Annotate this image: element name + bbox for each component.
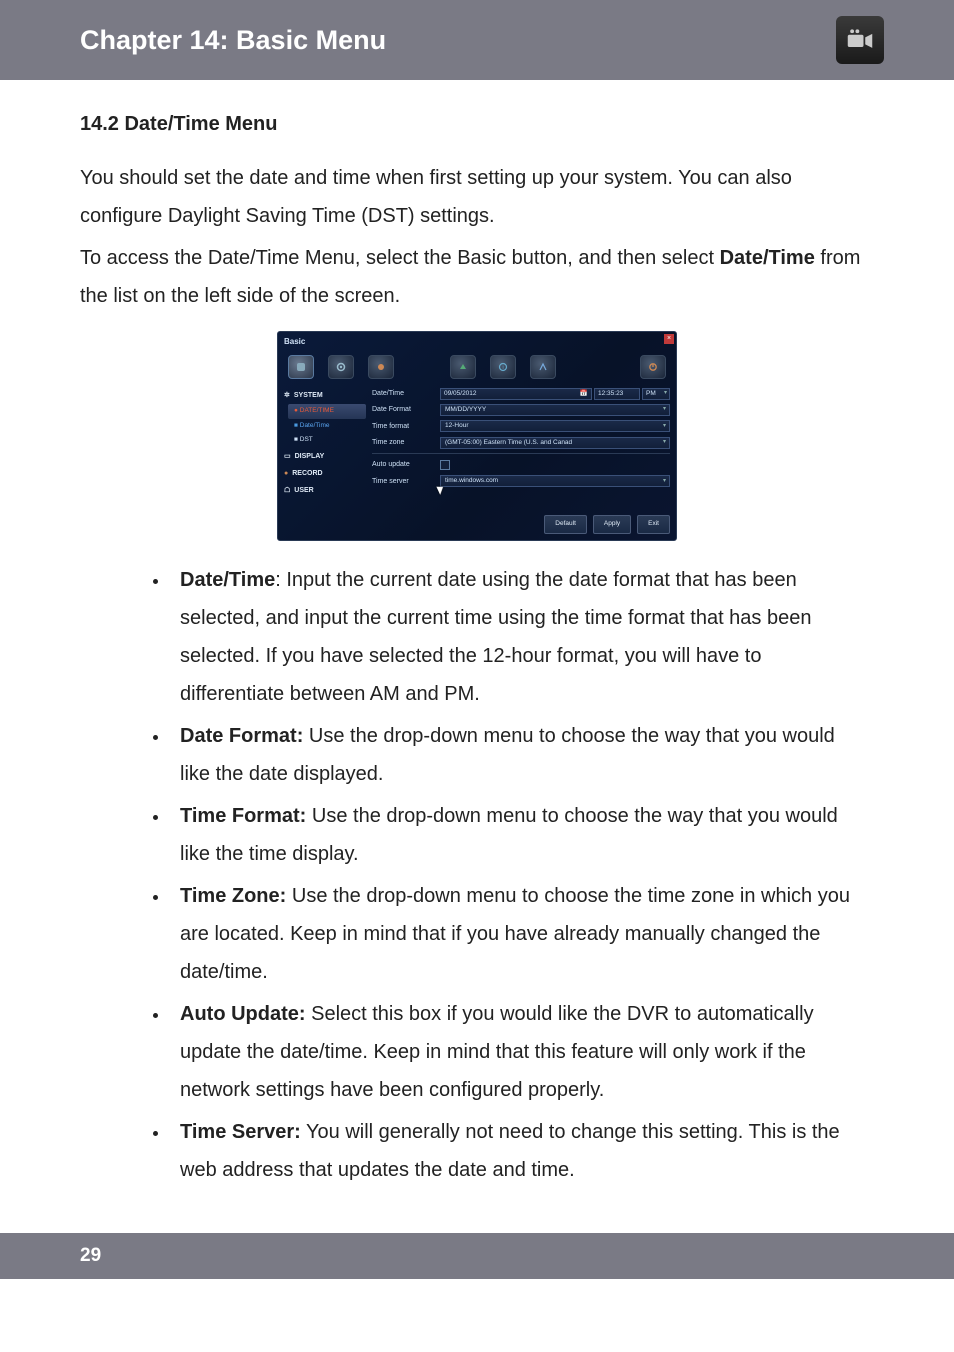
record-icon: ● bbox=[284, 467, 288, 480]
toolbar-alarm-icon[interactable] bbox=[450, 355, 476, 379]
timeserver-label: Time server bbox=[372, 475, 440, 488]
bullet-dateformat: Date Format: Use the drop-down menu to c… bbox=[170, 717, 874, 793]
sidebar-system-label: SYSTEM bbox=[294, 389, 323, 402]
datetime-label: Date/Time bbox=[372, 387, 440, 400]
autoupdate-label: Auto update bbox=[372, 458, 440, 471]
bullet-timeformat: Time Format: Use the drop-down menu to c… bbox=[170, 797, 874, 873]
intro2-a: To access the Date/Time Menu, select the… bbox=[80, 247, 720, 269]
sidebar-display-label: DISPLAY bbox=[295, 450, 325, 463]
camera-icon bbox=[836, 16, 884, 64]
dvr-toolbar: i bbox=[278, 351, 676, 385]
page-content: 14.2 Date/Time Menu You should set the d… bbox=[0, 80, 954, 1233]
dvr-button-row: Default Apply Exit bbox=[278, 503, 676, 539]
toolbar-info-icon[interactable]: i bbox=[490, 355, 516, 379]
bullet-autoupdate: Auto Update: Select this box if you woul… bbox=[170, 995, 874, 1109]
bullet-datetime: Date/Time: Input the current date using … bbox=[170, 561, 874, 713]
dateformat-label: Date Format bbox=[372, 403, 440, 416]
calendar-icon[interactable]: 📅 bbox=[580, 388, 588, 400]
sidebar-item-display[interactable]: ▭ DISPLAY bbox=[284, 448, 366, 465]
toolbar-live-icon[interactable] bbox=[328, 355, 354, 379]
sidebar-record-label: RECORD bbox=[292, 467, 322, 480]
sidebar-datetime-label: DATE/TIME bbox=[300, 407, 334, 414]
sidebar-item-user[interactable]: ☖ USER bbox=[284, 482, 366, 499]
page-header: Chapter 14: Basic Menu bbox=[0, 0, 954, 80]
page-number: 29 bbox=[80, 1245, 101, 1267]
ampm-select[interactable]: PM bbox=[642, 388, 670, 400]
timezone-label: Time zone bbox=[372, 436, 440, 449]
sidebar-datetime-sub-label: Date/Time bbox=[300, 422, 330, 429]
sidebar-item-system[interactable]: ✲ SYSTEM bbox=[284, 387, 366, 404]
datetime-field[interactable]: 09/05/2012 📅 12:35:23 PM bbox=[440, 388, 670, 400]
close-icon[interactable]: × bbox=[664, 334, 674, 344]
page-footer: 29 bbox=[0, 1233, 954, 1279]
sidebar-item-datetime[interactable]: ● DATE/TIME bbox=[288, 404, 366, 418]
section-title: 14.2 Date/Time Menu bbox=[80, 105, 874, 143]
gear-icon: ✲ bbox=[284, 389, 290, 402]
toolbar-power-icon[interactable] bbox=[640, 355, 666, 379]
dvr-window: × Basic i ✲ SYSTEM bbox=[277, 331, 677, 541]
dvr-main-panel: Date/Time 09/05/2012 📅 12:35:23 PM Date … bbox=[370, 385, 676, 503]
timezone-select[interactable]: (GMT-05:00) Eastern Time (U.S. and Canad bbox=[440, 437, 670, 449]
intro-paragraph-2: To access the Date/Time Menu, select the… bbox=[80, 239, 874, 315]
toolbar-basic-icon[interactable] bbox=[288, 355, 314, 379]
intro2-bold: Date/Time bbox=[720, 247, 815, 269]
user-icon: ☖ bbox=[284, 484, 290, 497]
bullet-timezone: Time Zone: Use the drop-down menu to cho… bbox=[170, 877, 874, 991]
dvr-titlebar: Basic bbox=[278, 332, 676, 351]
sidebar-sub-dst[interactable]: ■ DST bbox=[284, 433, 366, 447]
default-button[interactable]: Default bbox=[544, 515, 587, 533]
toolbar-network-icon[interactable] bbox=[530, 355, 556, 379]
bullet-timeserver: Time Server: You will generally not need… bbox=[170, 1113, 874, 1189]
sidebar-sub-datetime[interactable]: ■ Date/Time bbox=[284, 419, 366, 433]
bullet-list: Date/Time: Input the current date using … bbox=[80, 561, 874, 1189]
dateformat-select[interactable]: MM/DD/YYYY bbox=[440, 404, 670, 416]
timeformat-label: Time format bbox=[372, 420, 440, 433]
apply-button[interactable]: Apply bbox=[593, 515, 631, 533]
dvr-sidebar: ✲ SYSTEM ● DATE/TIME ■ Date/Time ■ DST ▭ bbox=[278, 385, 370, 503]
date-input[interactable]: 09/05/2012 📅 bbox=[440, 388, 592, 400]
dvr-screenshot: × Basic i ✲ SYSTEM bbox=[80, 331, 874, 541]
timeformat-select[interactable]: 12-Hour bbox=[440, 420, 670, 432]
monitor-icon: ▭ bbox=[284, 450, 291, 463]
intro-paragraph-1: You should set the date and time when fi… bbox=[80, 159, 874, 235]
time-input[interactable]: 12:35:23 bbox=[594, 388, 640, 400]
exit-button[interactable]: Exit bbox=[637, 515, 670, 533]
sidebar-item-record[interactable]: ● RECORD bbox=[284, 465, 366, 482]
toolbar-record-icon[interactable] bbox=[368, 355, 394, 379]
chapter-title: Chapter 14: Basic Menu bbox=[80, 25, 386, 56]
svg-text:i: i bbox=[502, 365, 503, 371]
autoupdate-checkbox[interactable] bbox=[440, 460, 450, 470]
sidebar-user-label: USER bbox=[294, 484, 313, 497]
timeserver-select[interactable]: time.windows.com bbox=[440, 475, 670, 487]
sidebar-dst-label: DST bbox=[300, 436, 313, 443]
